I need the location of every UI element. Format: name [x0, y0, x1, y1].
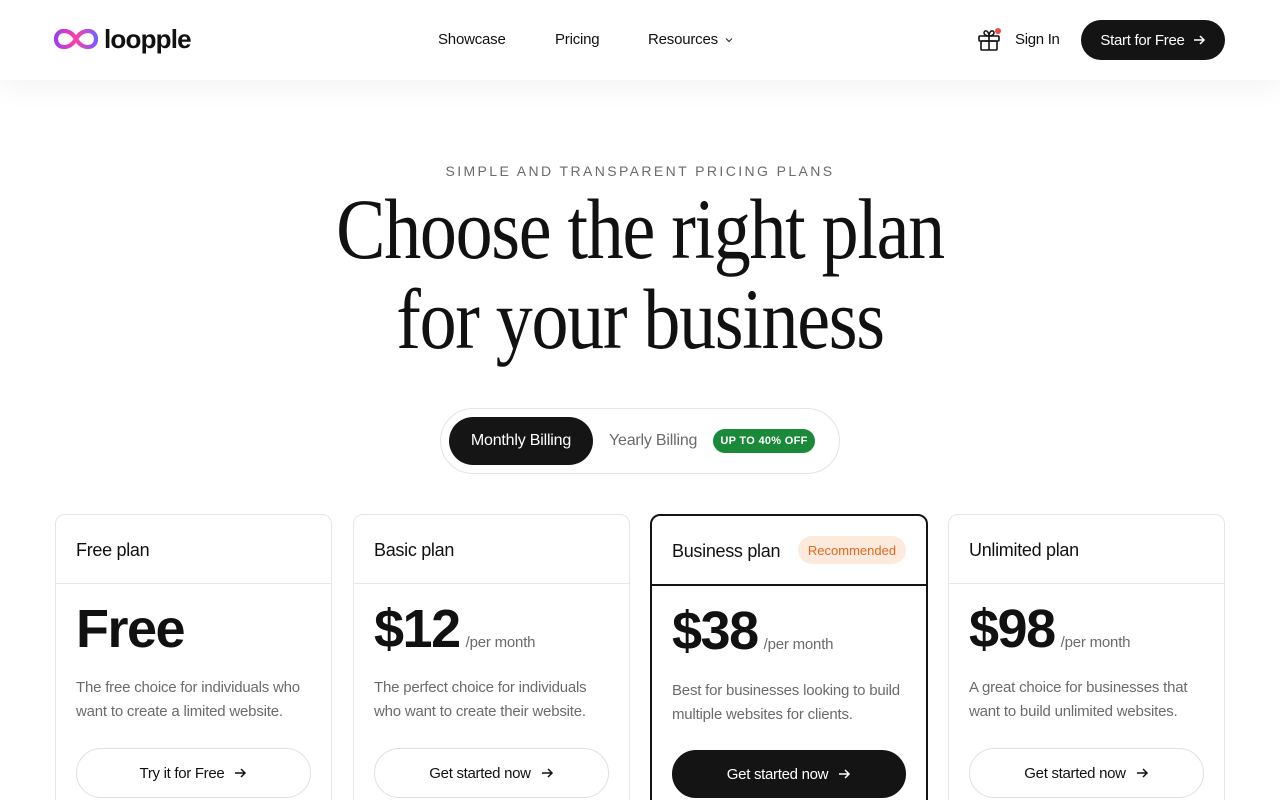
- plan-name: Business plan: [672, 541, 781, 561]
- plan-card-business: Business plan Recommended $38 /per month…: [650, 514, 928, 800]
- notification-dot: [995, 28, 1001, 34]
- plan-card-header: Unlimited plan: [949, 515, 1224, 584]
- arrow-right-icon: [541, 768, 553, 778]
- arrow-right-icon: [839, 769, 851, 779]
- start-for-free-button[interactable]: Start for Free: [1081, 20, 1225, 60]
- recommended-badge: Recommended: [798, 536, 906, 564]
- plan-description: The free choice for individuals who want…: [76, 679, 300, 720]
- monthly-billing-option[interactable]: Monthly Billing: [449, 417, 593, 465]
- button-label: Try it for Free: [139, 764, 225, 782]
- plan-name: Unlimited plan: [969, 540, 1079, 560]
- nav-link-showcase[interactable]: Showcase: [438, 30, 506, 50]
- get-started-button[interactable]: Get started now: [672, 750, 906, 798]
- plan-price: Free: [76, 599, 186, 659]
- plan-period: /per month: [763, 636, 834, 653]
- plan-price-row: $98 /per month: [969, 599, 1131, 659]
- page-title-line-2: for your business: [396, 271, 885, 367]
- plan-card-header: Business plan Recommended: [652, 516, 926, 586]
- try-free-button[interactable]: Try it for Free: [76, 748, 311, 798]
- pricing-eyebrow: SIMPLE AND TRANSPARENT PRICING PLANS: [445, 163, 835, 179]
- plan-price-row: $38 /per month: [672, 601, 834, 661]
- plan-card-header: Basic plan: [354, 515, 629, 584]
- nav-link-pricing[interactable]: Pricing: [555, 30, 600, 50]
- button-label: Get started now: [726, 765, 829, 783]
- arrow-right-icon: [1136, 768, 1148, 778]
- plan-price-row: Free: [76, 599, 186, 659]
- yearly-billing-option[interactable]: Yearly Billing: [609, 431, 697, 451]
- page-title-line-1: Choose the right plan: [336, 181, 945, 277]
- plan-card-header: Free plan: [56, 515, 331, 584]
- button-label: Get started now: [1024, 764, 1126, 782]
- chevron-down-icon: [725, 38, 733, 43]
- get-started-button[interactable]: Get started now: [969, 748, 1204, 798]
- nav-link-resources[interactable]: Resources: [648, 30, 734, 50]
- plan-name: Free plan: [76, 540, 150, 560]
- get-started-button[interactable]: Get started now: [374, 748, 609, 798]
- plan-card-free: Free plan Free The free choice for indiv…: [55, 514, 332, 800]
- page-title: Choose the right plan for your business: [90, 184, 1191, 364]
- plan-price: $12: [374, 599, 461, 659]
- discount-badge: UP TO 40% OFF: [713, 429, 815, 453]
- plan-price-row: $12 /per month: [374, 599, 536, 659]
- plan-card-basic: Basic plan $12 /per month The perfect ch…: [353, 514, 630, 800]
- button-label: Get started now: [429, 764, 531, 782]
- plan-description: The perfect choice for individuals who w…: [374, 679, 587, 720]
- plan-period: /per month: [465, 634, 536, 651]
- nav-link-resources-label: Resources: [648, 31, 718, 48]
- start-for-free-label: Start for Free: [1100, 31, 1185, 49]
- sign-in-link[interactable]: Sign In: [1015, 30, 1060, 50]
- plan-description: Best for businesses looking to build mul…: [672, 682, 900, 723]
- billing-toggle: Monthly Billing Yearly Billing UP TO 40%…: [440, 408, 840, 474]
- plan-period: /per month: [1060, 634, 1131, 651]
- top-navbar: loopple Showcase Pricing Resources Sign …: [0, 0, 1280, 80]
- plan-price: $38: [672, 601, 759, 661]
- arrow-right-icon: [1193, 35, 1205, 45]
- plan-card-unlimited: Unlimited plan $98 /per month A great ch…: [948, 514, 1225, 800]
- plan-description: A great choice for businesses that want …: [969, 679, 1188, 720]
- plan-name: Basic plan: [374, 540, 455, 560]
- plan-price: $98: [969, 599, 1056, 659]
- arrow-right-icon: [235, 768, 247, 778]
